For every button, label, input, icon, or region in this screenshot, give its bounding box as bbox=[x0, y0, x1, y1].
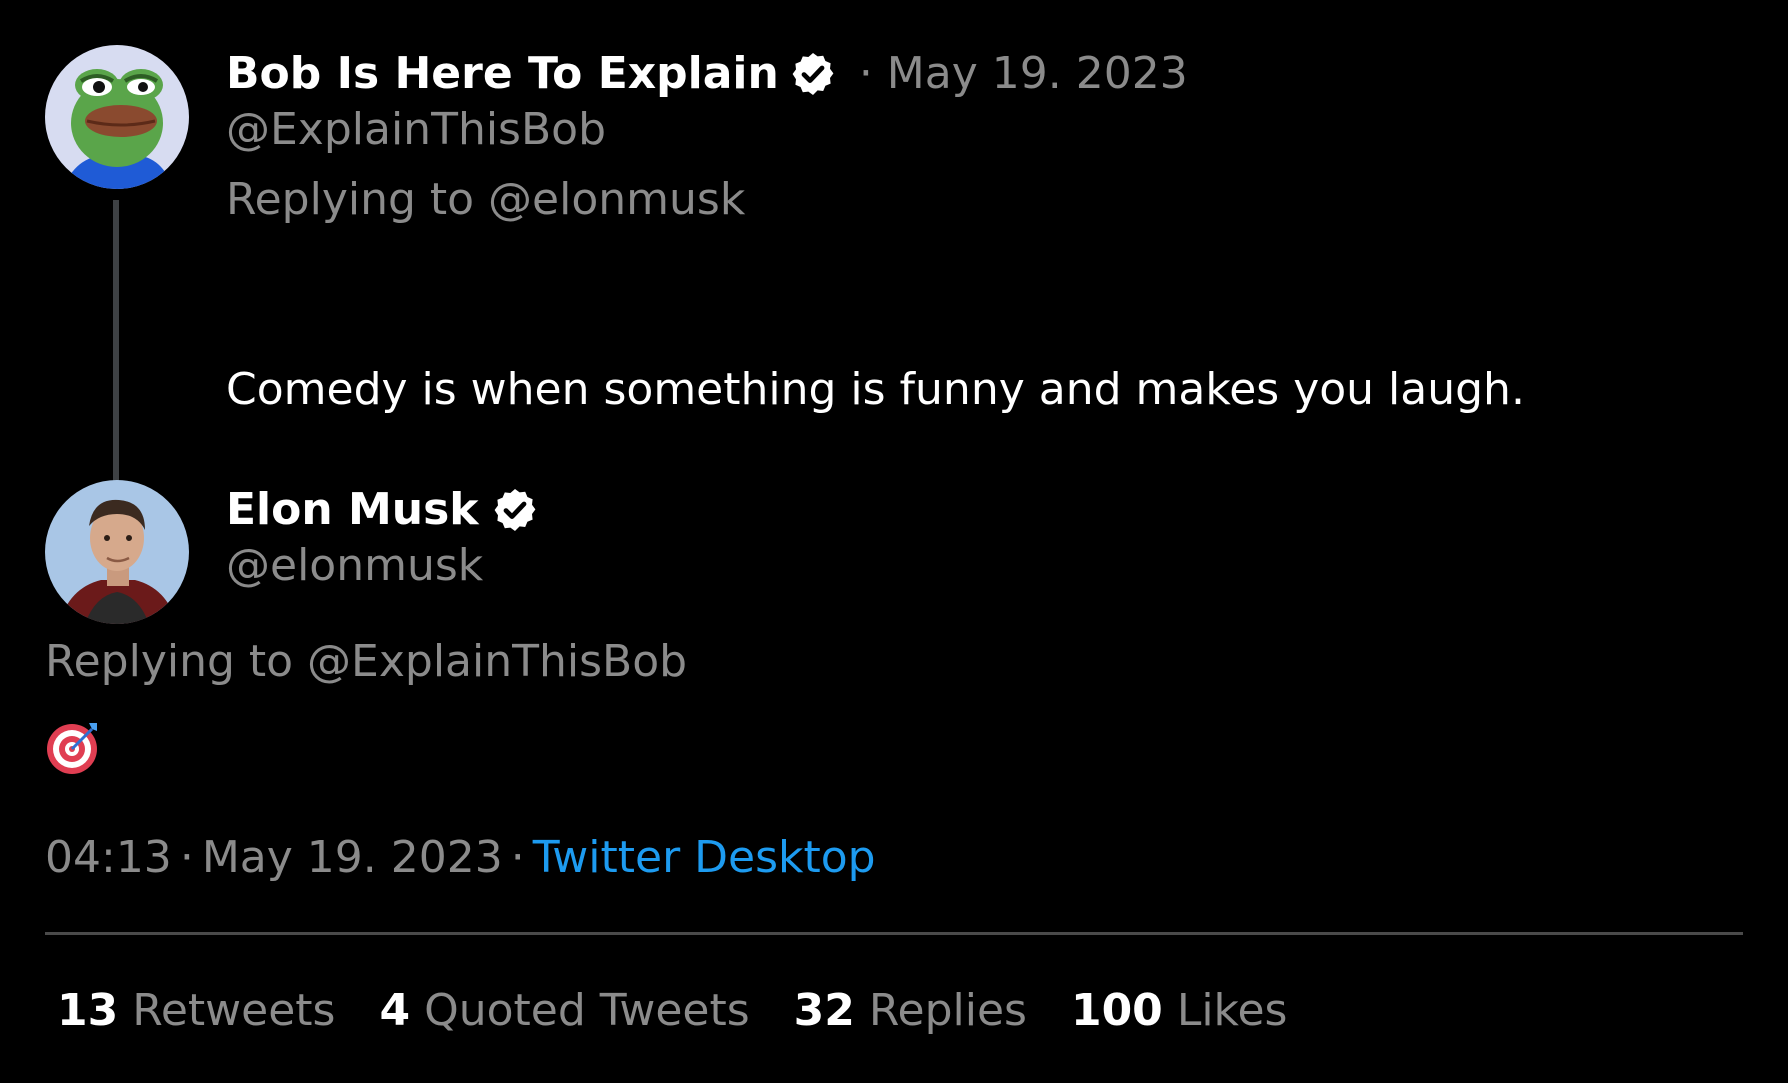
main-tweet-header: Elon Musk bbox=[226, 484, 539, 535]
replies-label: Replies bbox=[868, 985, 1027, 1036]
thread-connector-line bbox=[113, 200, 119, 482]
verified-badge-icon bbox=[789, 50, 837, 98]
retweets-stat[interactable]: 13 Retweets bbox=[57, 985, 349, 1036]
quotes-stat[interactable]: 4 Quoted Tweets bbox=[379, 985, 763, 1036]
replies-stat[interactable]: 32 Replies bbox=[794, 985, 1041, 1036]
likes-label: Likes bbox=[1176, 985, 1288, 1036]
parent-tweet-date[interactable]: · May 19. 2023 bbox=[859, 48, 1188, 99]
divider bbox=[45, 932, 1743, 935]
avatar-explainthisbob[interactable] bbox=[45, 45, 189, 189]
likes-stat[interactable]: 100 Likes bbox=[1071, 985, 1288, 1036]
verified-badge-icon bbox=[491, 486, 539, 534]
replies-count: 32 bbox=[793, 985, 855, 1036]
tweet-source-link[interactable]: Twitter Desktop bbox=[533, 832, 876, 883]
parent-replying-to[interactable]: Replying to @elonmusk bbox=[226, 174, 745, 225]
parent-handle[interactable]: @ExplainThisBob bbox=[226, 104, 606, 155]
parent-tweet-header: Bob Is Here To Explain · May 19. 2023 bbox=[226, 48, 1188, 99]
frog-avatar-icon bbox=[45, 45, 189, 189]
avatar-elonmusk[interactable] bbox=[45, 480, 189, 624]
tweet-time[interactable]: 04:13 bbox=[45, 832, 172, 883]
tweet-date[interactable]: May 19. 2023 bbox=[202, 832, 503, 883]
engagement-stats: 13 Retweets 4 Quoted Tweets 32 Replies 1… bbox=[57, 985, 1317, 1036]
tweet-meta: 04:13 · May 19. 2023 · Twitter Desktop bbox=[45, 832, 876, 883]
retweets-label: Retweets bbox=[132, 985, 336, 1036]
profile-photo-icon bbox=[45, 480, 189, 624]
direct-hit-target-icon bbox=[45, 719, 101, 779]
quotes-label: Quoted Tweets bbox=[424, 985, 750, 1036]
quotes-count: 4 bbox=[379, 985, 411, 1036]
parent-tweet-text: Comedy is when something is funny and ma… bbox=[226, 364, 1525, 415]
main-display-name[interactable]: Elon Musk bbox=[226, 484, 479, 535]
meta-separator: · bbox=[179, 832, 194, 883]
main-handle[interactable]: @elonmusk bbox=[226, 540, 483, 591]
parent-display-name[interactable]: Bob Is Here To Explain bbox=[226, 48, 779, 99]
likes-count: 100 bbox=[1070, 985, 1163, 1036]
retweets-count: 13 bbox=[57, 985, 119, 1036]
meta-separator: · bbox=[510, 832, 525, 883]
main-replying-to[interactable]: Replying to @ExplainThisBob bbox=[45, 636, 687, 687]
